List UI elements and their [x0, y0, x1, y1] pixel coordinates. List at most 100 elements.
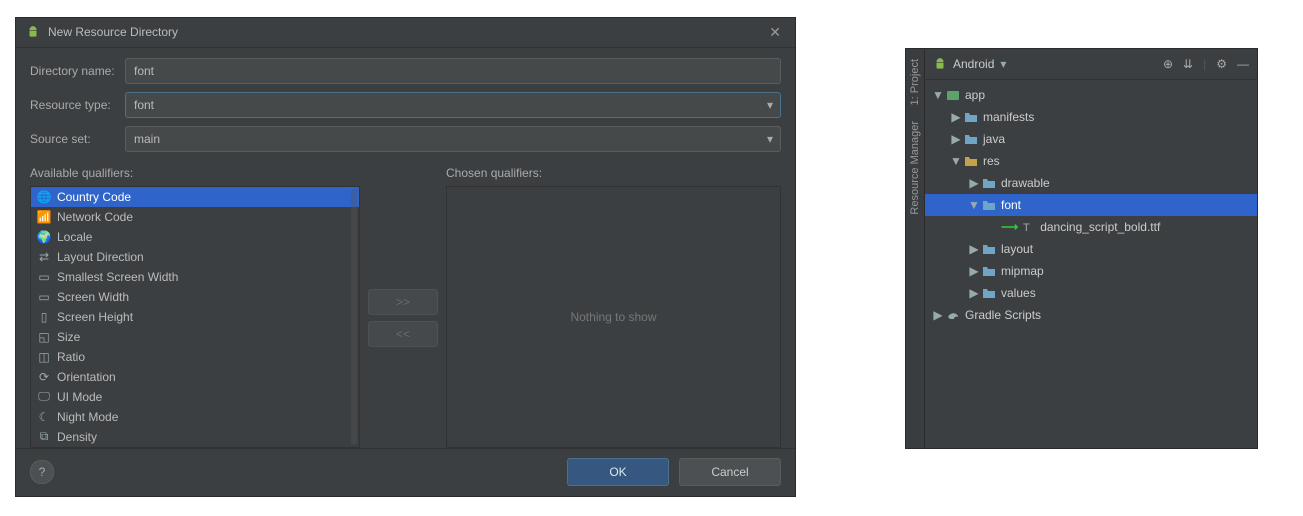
tree-node-values[interactable]: ▶values: [925, 282, 1257, 304]
tool-window-gutter[interactable]: 1: Project Resource Manager: [906, 49, 925, 448]
source-set-label: Source set:: [30, 132, 125, 146]
resource-type-combo[interactable]: ▾: [125, 92, 781, 118]
qualifier-label: Locale: [57, 230, 92, 244]
folder-icon: [981, 286, 997, 300]
qualifier-label: Density: [57, 430, 97, 444]
add-qualifier-button[interactable]: >>: [368, 289, 438, 315]
cancel-button[interactable]: Cancel: [679, 458, 781, 486]
available-qualifiers-list[interactable]: 🌐Country Code 📶 Network Code 🌍Locale ⇄ Layout…: [30, 186, 360, 448]
qualifier-label: Size: [57, 330, 80, 344]
folder-icon: [981, 198, 997, 212]
minimize-icon[interactable]: —: [1237, 57, 1249, 71]
source-set-input[interactable]: [125, 126, 781, 152]
collapse-all-icon[interactable]: ⇊: [1183, 57, 1193, 71]
folder-icon: [981, 242, 997, 256]
view-mode-label[interactable]: Android: [953, 57, 994, 71]
qualifier-label: Network Code: [57, 210, 133, 224]
expanded-icon[interactable]: ▼: [967, 198, 981, 212]
collapsed-icon[interactable]: ▶: [967, 264, 981, 278]
qualifier-item-screen-height[interactable]: ▯ Screen Height: [31, 307, 359, 327]
tree-node-res[interactable]: ▼res: [925, 150, 1257, 172]
chevron-down-icon[interactable]: ▾: [1000, 57, 1006, 71]
tree-node-mipmap[interactable]: ▶mipmap: [925, 260, 1257, 282]
collapsed-icon[interactable]: ▶: [949, 110, 963, 124]
collapsed-icon[interactable]: ▶: [967, 242, 981, 256]
expanded-icon[interactable]: ▼: [931, 88, 945, 102]
qualifier-item-layout-direction[interactable]: ⇄ Layout Direction: [31, 247, 359, 267]
tree-node-gradle-scripts[interactable]: ▶ Gradle Scripts: [925, 304, 1257, 326]
tree-node-dancing-script-bold-ttf[interactable]: ⟶Tdancing_script_bold.ttf: [925, 216, 1257, 238]
scrollbar[interactable]: [351, 189, 357, 445]
gear-icon[interactable]: ⚙: [1216, 57, 1227, 71]
qualifier-label: Screen Width: [57, 290, 129, 304]
collapsed-icon[interactable]: ▶: [949, 132, 963, 146]
tree-node-label: layout: [1001, 242, 1033, 256]
collapsed-icon[interactable]: ▶: [931, 308, 945, 322]
qualifier-item-network-code[interactable]: 📶 Network Code: [31, 207, 359, 227]
tree-node-layout[interactable]: ▶ layout: [925, 238, 1257, 260]
qualifier-item-locale[interactable]: 🌍Locale: [31, 227, 359, 247]
tree-node-label: Gradle Scripts: [965, 308, 1041, 322]
collapsed-icon[interactable]: ▶: [967, 176, 981, 190]
qualifier-label: Smallest Screen Width: [57, 270, 178, 284]
network-icon: 📶: [37, 210, 51, 224]
chosen-empty-text: Nothing to show: [447, 187, 780, 447]
tree-node-app[interactable]: ▼ app: [925, 84, 1257, 106]
qualifier-item-density[interactable]: ⧉Density: [31, 427, 359, 447]
tree-node-label: java: [983, 132, 1005, 146]
help-button[interactable]: ?: [30, 460, 54, 484]
tree-node-label: font: [1001, 198, 1021, 212]
resource-manager-tab[interactable]: Resource Manager: [909, 115, 921, 221]
android-icon: [26, 25, 40, 39]
directory-name-input[interactable]: [125, 58, 781, 84]
w-icon: ▭: [37, 290, 51, 304]
titlebar: New Resource Directory ✕: [16, 18, 795, 48]
resource-type-label: Resource type:: [30, 98, 125, 112]
tree-node-label: drawable: [1001, 176, 1050, 190]
qualifier-item-country-code[interactable]: 🌐Country Code: [31, 187, 359, 207]
qualifier-item-ui-mode[interactable]: 🖵UI Mode: [31, 387, 359, 407]
qualifier-label: Screen Height: [57, 310, 133, 324]
tree-node-label: app: [965, 88, 985, 102]
qualifier-label: Ratio: [57, 350, 85, 364]
orient-icon: ⟳: [37, 370, 51, 384]
qualifier-item-screen-width[interactable]: ▭ Screen Width: [31, 287, 359, 307]
qualifier-item-ratio[interactable]: ◫ Ratio: [31, 347, 359, 367]
qualifier-item-night-mode[interactable]: ☾Night Mode: [31, 407, 359, 427]
qualifier-item-size[interactable]: ◱ Size: [31, 327, 359, 347]
layout-icon: ⇄: [37, 250, 51, 264]
night-icon: ☾: [37, 410, 51, 424]
tree-node-java[interactable]: ▶ java: [925, 128, 1257, 150]
tree-node-label: manifests: [983, 110, 1034, 124]
h-icon: ▯: [37, 310, 51, 324]
directory-name-label: Directory name:: [30, 64, 125, 78]
size-icon: ◱: [37, 330, 51, 344]
close-icon[interactable]: ✕: [765, 24, 785, 41]
collapsed-icon[interactable]: ▶: [967, 286, 981, 300]
qualifier-item-smallest-screen-width[interactable]: ▭Smallest Screen Width: [31, 267, 359, 287]
chosen-qualifiers-list[interactable]: Nothing to show: [446, 186, 781, 448]
available-qualifiers-label: Available qualifiers:: [30, 166, 360, 180]
qualifier-item-orientation[interactable]: ⟳Orientation: [31, 367, 359, 387]
target-icon[interactable]: ⊕: [1163, 57, 1173, 71]
project-tree[interactable]: ▼app▶manifests▶java▼res▶drawable▼font⟶Td…: [925, 80, 1257, 330]
chosen-qualifiers-label: Chosen qualifiers:: [446, 166, 781, 180]
tree-node-drawable[interactable]: ▶ drawable: [925, 172, 1257, 194]
tree-node-manifests[interactable]: ▶ manifests: [925, 106, 1257, 128]
source-set-combo[interactable]: ▾: [125, 126, 781, 152]
qualifier-label: UI Mode: [57, 390, 102, 404]
remove-qualifier-button[interactable]: <<: [368, 321, 438, 347]
qualifier-label: Layout Direction: [57, 250, 144, 264]
folder-icon: [981, 264, 997, 278]
project-tab[interactable]: 1: Project: [909, 53, 921, 111]
ratio-icon: ◫: [37, 350, 51, 364]
ok-button[interactable]: OK: [567, 458, 669, 486]
chevron-left-icon: <<: [396, 327, 410, 341]
resource-type-input[interactable]: [125, 92, 781, 118]
dialog-title: New Resource Directory: [48, 25, 178, 39]
expanded-icon[interactable]: ▼: [949, 154, 963, 168]
new-resource-directory-dialog: New Resource Directory ✕ Directory name:…: [15, 17, 796, 497]
project-tool-window: 1: Project Resource Manager Android ▾ ⊕ …: [905, 48, 1258, 449]
module-icon: [945, 88, 961, 102]
tree-node-font[interactable]: ▼ font: [925, 194, 1257, 216]
